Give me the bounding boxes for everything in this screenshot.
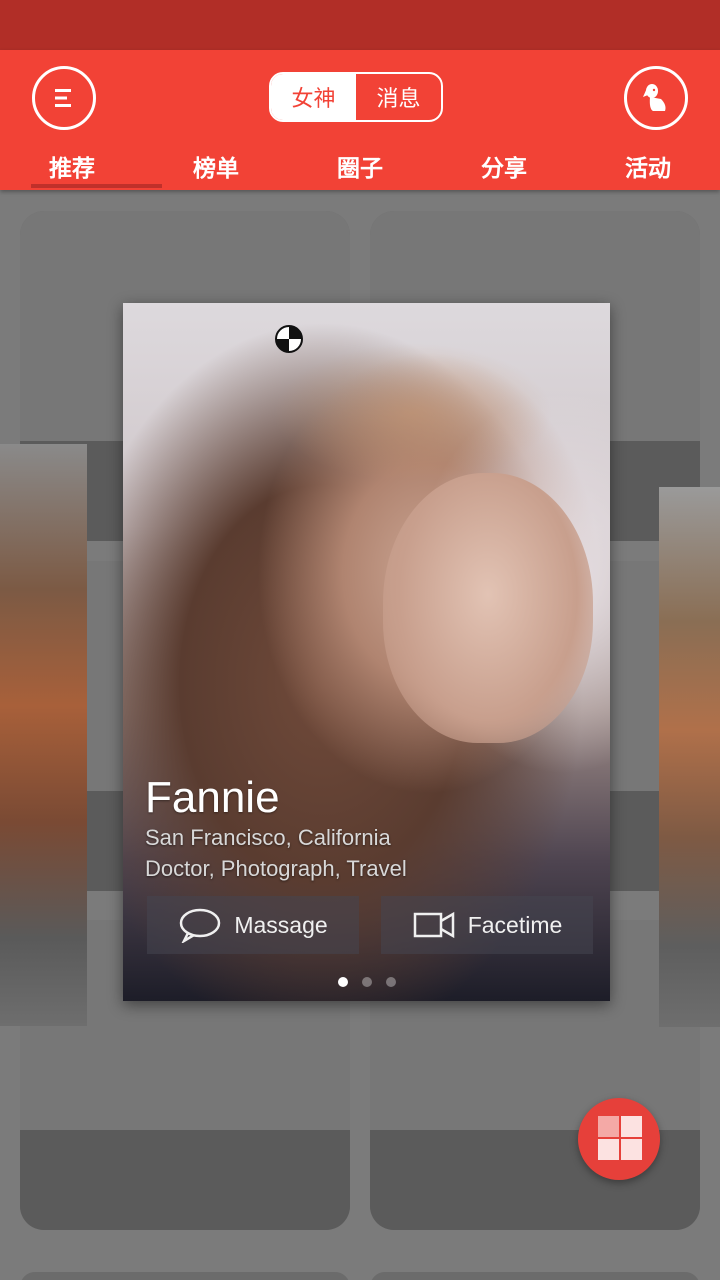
tab-label: 圈子: [337, 156, 383, 182]
pet-profile-button[interactable]: [624, 66, 688, 130]
menu-icon: [55, 89, 71, 107]
chat-bubble-icon: [180, 908, 221, 943]
profile-location: San Francisco, California: [145, 825, 391, 850]
app-bar: 女神 消息 推荐 榜单 圈子 分享 活动: [0, 50, 720, 190]
grid-card[interactable]: [20, 1272, 350, 1280]
page-dot: [337, 977, 348, 987]
top-segment-control: 女神 消息: [269, 72, 443, 122]
segment-messages[interactable]: 消息: [356, 74, 441, 120]
tab-share[interactable]: 分享: [432, 142, 576, 190]
grid-card[interactable]: [370, 1272, 700, 1280]
page-dot: [385, 977, 396, 987]
message-label: Massage: [234, 911, 328, 938]
facetime-button[interactable]: Facetime: [381, 896, 593, 954]
profile-card[interactable]: Fannie San Francisco, California Doctor,…: [123, 303, 610, 1001]
tab-circles[interactable]: 圈子: [288, 142, 432, 190]
tab-label: 分享: [481, 156, 527, 182]
page-dot: [361, 977, 372, 987]
profile-photo: [383, 473, 593, 743]
tab-label: 活动: [625, 156, 671, 182]
brand-logo-icon: [275, 325, 303, 353]
menu-button[interactable]: [32, 66, 96, 130]
previous-profile-card[interactable]: [0, 444, 87, 1026]
facetime-label: Facetime: [467, 911, 563, 938]
category-tabs: 推荐 榜单 圈子 分享 活动: [0, 142, 720, 190]
grid-view-button[interactable]: [578, 1098, 660, 1180]
tab-label: 榜单: [193, 156, 239, 182]
tab-label: 推荐: [49, 156, 95, 182]
profile-photo-highlight: [273, 343, 553, 483]
tab-ranking[interactable]: 榜单: [144, 142, 288, 190]
video-camera-icon: [413, 911, 454, 939]
status-bar: [0, 0, 720, 50]
tab-recommend[interactable]: 推荐: [0, 142, 144, 190]
next-profile-card[interactable]: [659, 487, 720, 1027]
active-tab-indicator: [31, 184, 162, 188]
profile-name: Fannie: [145, 773, 280, 822]
page-indicator: [123, 977, 610, 987]
dog-icon: [643, 84, 666, 111]
segment-goddess[interactable]: 女神: [271, 74, 356, 120]
tab-activity[interactable]: 活动: [576, 142, 720, 190]
message-button[interactable]: Massage: [147, 896, 359, 954]
profile-occupation: Doctor, Photograph, Travel: [145, 856, 407, 881]
